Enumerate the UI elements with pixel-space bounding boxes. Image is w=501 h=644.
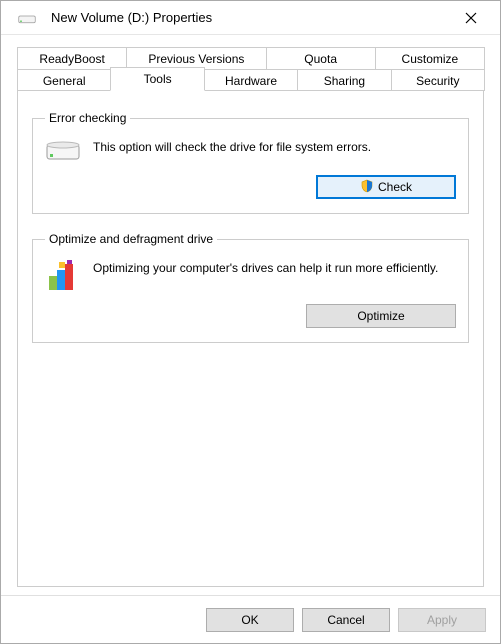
defrag-icon	[45, 256, 81, 294]
tab-sharing[interactable]: Sharing	[297, 69, 391, 91]
ok-button[interactable]: OK	[206, 608, 294, 632]
tab-hardware[interactable]: Hardware	[204, 69, 298, 91]
tab-body-tools: Error checking This option will check th…	[17, 90, 484, 587]
tab-row-1: ReadyBoost Previous Versions Quota Custo…	[17, 47, 484, 69]
tab-customize[interactable]: Customize	[375, 47, 485, 69]
error-checking-legend: Error checking	[45, 111, 130, 125]
optimize-legend: Optimize and defragment drive	[45, 232, 217, 246]
error-checking-group: Error checking This option will check th…	[32, 111, 469, 214]
dialog-button-bar: OK Cancel Apply	[1, 595, 500, 643]
content-area: ReadyBoost Previous Versions Quota Custo…	[1, 35, 500, 595]
tab-readyboost[interactable]: ReadyBoost	[17, 47, 127, 69]
apply-label: Apply	[427, 613, 457, 627]
titlebar: New Volume (D:) Properties	[1, 1, 500, 35]
apply-button[interactable]: Apply	[398, 608, 486, 632]
check-button[interactable]: Check	[316, 175, 456, 199]
shield-icon	[360, 179, 374, 196]
tab-row-2: General Tools Hardware Sharing Security	[17, 69, 484, 91]
tabs: ReadyBoost Previous Versions Quota Custo…	[17, 47, 484, 91]
check-button-label: Check	[378, 180, 412, 194]
drive-icon	[9, 11, 45, 25]
optimize-description: Optimizing your computer's drives can he…	[93, 256, 456, 276]
cancel-label: Cancel	[327, 613, 364, 627]
cancel-button[interactable]: Cancel	[302, 608, 390, 632]
tab-general[interactable]: General	[17, 69, 111, 91]
window-title: New Volume (D:) Properties	[51, 10, 450, 25]
close-button[interactable]	[450, 3, 492, 33]
optimize-group: Optimize and defragment drive Optimizing…	[32, 232, 469, 343]
tab-quota[interactable]: Quota	[266, 47, 376, 69]
optimize-button-label: Optimize	[357, 309, 404, 323]
properties-window: New Volume (D:) Properties ReadyBoost Pr…	[0, 0, 501, 644]
tab-security[interactable]: Security	[391, 69, 485, 91]
tab-previous-versions[interactable]: Previous Versions	[126, 47, 266, 69]
optimize-button[interactable]: Optimize	[306, 304, 456, 328]
error-checking-description: This option will check the drive for fil…	[93, 135, 456, 155]
drive-icon	[45, 135, 81, 165]
ok-label: OK	[241, 613, 258, 627]
tab-tools[interactable]: Tools	[110, 67, 204, 91]
